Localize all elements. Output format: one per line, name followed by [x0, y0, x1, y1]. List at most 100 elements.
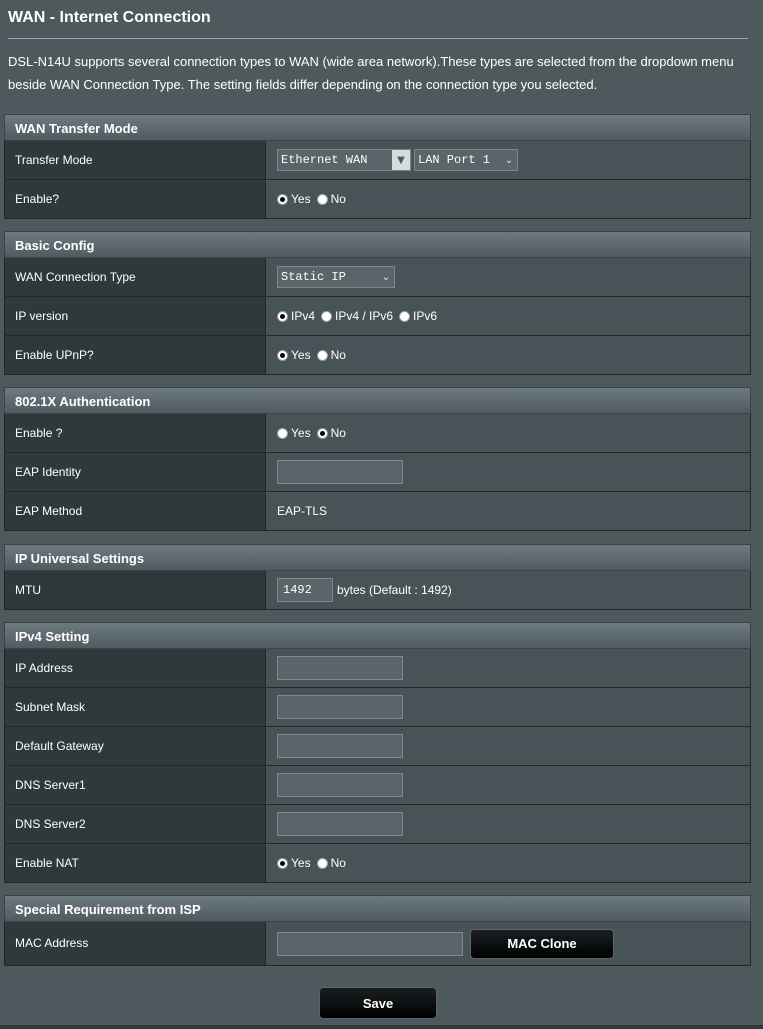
transfer-enable-no-radio[interactable]: No — [316, 192, 346, 206]
radio-label: Yes — [291, 348, 311, 362]
row-eap-identity: EAP Identity — [4, 453, 751, 492]
ip-address-input[interactable] — [277, 656, 403, 680]
mac-address-input[interactable] — [277, 931, 463, 956]
upnp-yes-radio[interactable]: Yes — [277, 348, 311, 362]
row-auth-enable: Enable ? Yes No — [4, 414, 751, 453]
radio-icon[interactable] — [316, 349, 328, 361]
dns-server1-input[interactable] — [277, 773, 403, 797]
radio-label: Yes — [291, 856, 311, 870]
transfer-enable-label: Enable? — [5, 180, 266, 218]
radio-icon[interactable] — [277, 857, 288, 869]
radio-label: IPv4 / IPv6 — [335, 309, 394, 323]
radio-icon[interactable] — [316, 427, 328, 439]
radio-label: IPv6 — [413, 309, 438, 323]
mtu-label: MTU — [5, 571, 266, 609]
dns-server1-label: DNS Server1 — [5, 766, 266, 804]
row-wan-connection-type: WAN Connection Type Static IP ⌄ — [4, 258, 751, 297]
ipv4-ipv6-radio[interactable]: IPv4 / IPv6 — [321, 309, 393, 323]
wan-connection-type-select[interactable]: Static IP ⌄ — [277, 266, 395, 288]
default-gateway-input[interactable] — [277, 734, 403, 758]
ipv4-radio[interactable]: IPv4 — [277, 309, 315, 323]
radio-icon[interactable] — [277, 349, 288, 361]
eap-identity-input[interactable] — [277, 460, 403, 484]
radio-icon[interactable] — [277, 310, 288, 322]
radio-label: No — [330, 192, 346, 206]
enable-upnp-label: Enable UPnP? — [5, 336, 266, 374]
ipv6-radio[interactable]: IPv6 — [399, 309, 437, 323]
row-enable-upnp: Enable UPnP? Yes No — [4, 336, 751, 375]
radio-label: No — [330, 856, 346, 870]
auth-yes-radio[interactable]: Yes — [277, 426, 311, 440]
title-divider — [8, 38, 748, 39]
transfer-mode-value: Ethernet WAN — [281, 153, 368, 167]
section-ipv4-setting: IPv4 Setting IP Address Subnet Mask Defa… — [4, 622, 751, 883]
row-dns-server1: DNS Server1 — [4, 766, 751, 805]
row-subnet-mask: Subnet Mask — [4, 688, 751, 727]
upnp-no-radio[interactable]: No — [316, 348, 346, 362]
section-header: 802.1X Authentication — [4, 387, 751, 414]
radio-label: No — [330, 348, 346, 362]
row-transfer-enable: Enable? Yes No — [4, 180, 751, 219]
wan-connection-type-value: Static IP — [281, 270, 346, 284]
page-title: WAN - Internet Connection — [8, 9, 211, 26]
row-mac-address: MAC Address MAC Clone — [4, 922, 751, 966]
nat-no-radio[interactable]: No — [316, 856, 346, 870]
auth-enable-label: Enable ? — [5, 414, 266, 452]
section-header: IP Universal Settings — [4, 544, 751, 571]
nat-yes-radio[interactable]: Yes — [277, 856, 311, 870]
subnet-mask-input[interactable] — [277, 695, 403, 719]
mtu-input[interactable]: 1492 — [277, 578, 333, 602]
row-enable-nat: Enable NAT Yes No — [4, 844, 751, 883]
eap-identity-label: EAP Identity — [5, 453, 266, 491]
section-basic-config: Basic Config WAN Connection Type Static … — [4, 231, 751, 375]
radio-label: Yes — [291, 192, 311, 206]
save-button[interactable]: Save — [319, 987, 437, 1019]
chevron-down-icon[interactable]: ⌄ — [501, 150, 517, 170]
radio-icon[interactable] — [316, 857, 328, 869]
chevron-down-icon[interactable]: ⌄ — [378, 267, 394, 287]
row-ip-version: IP version IPv4 IPv4 / IPv6 IPv6 — [4, 297, 751, 336]
section-ip-universal-settings: IP Universal Settings MTU 1492 bytes (De… — [4, 544, 751, 610]
radio-icon[interactable] — [277, 193, 288, 205]
section-header: WAN Transfer Mode — [4, 114, 751, 141]
transfer-mode-select[interactable]: Ethernet WAN ▼ — [277, 149, 411, 171]
transfer-enable-yes-radio[interactable]: Yes — [277, 192, 311, 206]
row-eap-method: EAP Method EAP-TLS — [4, 492, 751, 531]
wan-internet-connection-page: WAN - Internet Connection DSL-N14U suppo… — [0, 0, 763, 1029]
chevron-down-icon[interactable]: ▼ — [392, 150, 410, 170]
wan-connection-type-label: WAN Connection Type — [5, 258, 266, 296]
mtu-hint: bytes (Default : 1492) — [337, 583, 452, 597]
row-mtu: MTU 1492 bytes (Default : 1492) — [4, 571, 751, 610]
radio-label: Yes — [291, 426, 311, 440]
auth-no-radio[interactable]: No — [316, 426, 346, 440]
row-default-gateway: Default Gateway — [4, 727, 751, 766]
section-header: Basic Config — [4, 231, 751, 258]
radio-icon[interactable] — [316, 193, 328, 205]
ip-version-label: IP version — [5, 297, 266, 335]
radio-icon[interactable] — [277, 427, 288, 439]
row-transfer-mode: Transfer Mode Ethernet WAN ▼ LAN Port 1 … — [4, 141, 751, 180]
eap-method-value: EAP-TLS — [277, 504, 328, 518]
enable-nat-label: Enable NAT — [5, 844, 266, 882]
mac-address-label: MAC Address — [5, 922, 266, 965]
section-header: Special Requirement from ISP — [4, 895, 751, 922]
radio-label: IPv4 — [291, 309, 316, 323]
radio-icon[interactable] — [399, 310, 411, 322]
row-ip-address: IP Address — [4, 649, 751, 688]
section-special-requirement-isp: Special Requirement from ISP MAC Address… — [4, 895, 751, 966]
lan-port-select[interactable]: LAN Port 1 ⌄ — [414, 149, 518, 171]
ip-address-label: IP Address — [5, 649, 266, 687]
lan-port-value: LAN Port 1 — [418, 153, 491, 167]
default-gateway-label: Default Gateway — [5, 727, 266, 765]
dns-server2-input[interactable] — [277, 812, 403, 836]
section-header: IPv4 Setting — [4, 622, 751, 649]
bottom-border — [0, 1025, 763, 1029]
radio-icon[interactable] — [321, 310, 333, 322]
row-dns-server2: DNS Server2 — [4, 805, 751, 844]
mac-clone-button[interactable]: MAC Clone — [470, 928, 614, 959]
section-wan-transfer-mode: WAN Transfer Mode Transfer Mode Ethernet… — [4, 114, 751, 219]
eap-method-label: EAP Method — [5, 492, 266, 530]
transfer-mode-label: Transfer Mode — [5, 141, 266, 179]
subnet-mask-label: Subnet Mask — [5, 688, 266, 726]
page-description: DSL-N14U supports several connection typ… — [8, 54, 734, 92]
